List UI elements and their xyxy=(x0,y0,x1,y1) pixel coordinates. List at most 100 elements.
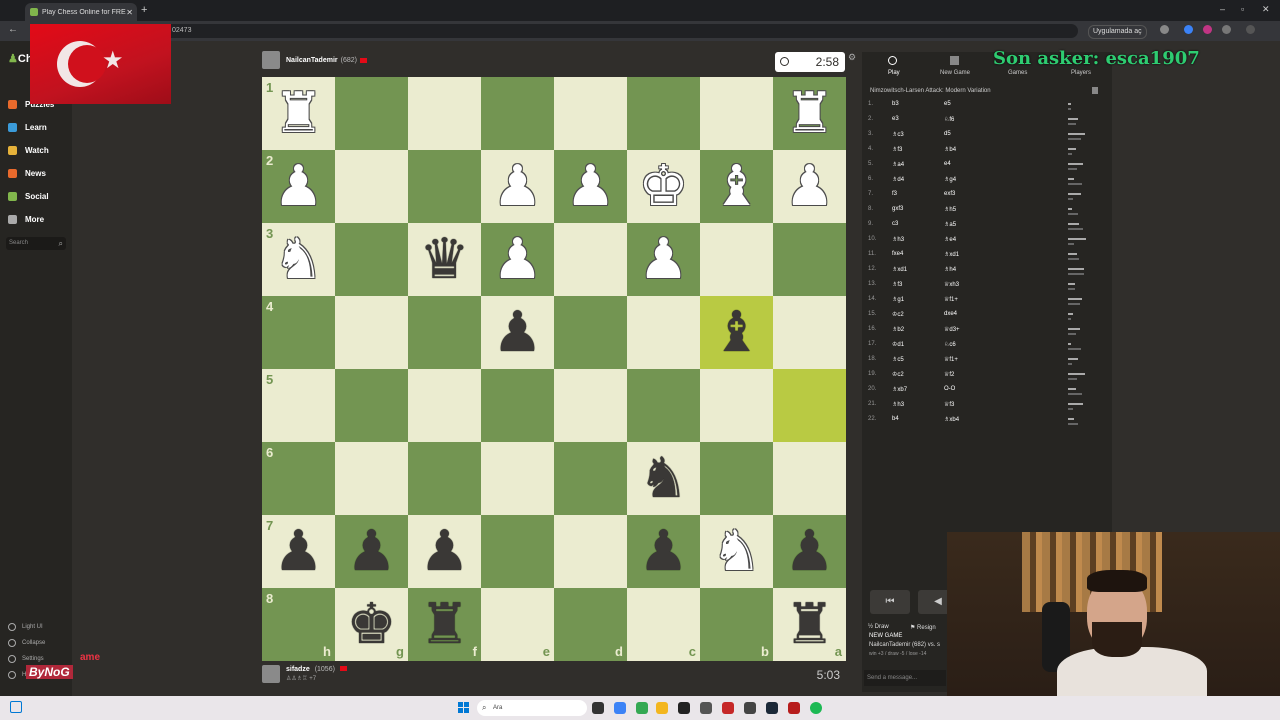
square-h8[interactable]: 8h xyxy=(262,588,335,661)
chess-piece-e2[interactable]: ♟ xyxy=(481,150,554,223)
white-move[interactable]: ♗b2 xyxy=(892,326,904,333)
black-move[interactable]: ♗b4 xyxy=(944,146,956,153)
app-icon[interactable] xyxy=(788,702,800,714)
board-settings-gear-icon[interactable]: ⚙ xyxy=(848,52,856,63)
square-e6[interactable] xyxy=(481,442,554,515)
white-move[interactable]: ♗f3 xyxy=(892,146,902,153)
square-g4[interactable] xyxy=(335,296,408,369)
square-d6[interactable] xyxy=(554,442,627,515)
settings-button[interactable]: Settings xyxy=(8,655,44,663)
open-in-app-button[interactable]: Uygulamada aç xyxy=(1088,25,1147,39)
new-tab-button[interactable]: + xyxy=(141,4,147,16)
tab-play[interactable]: Play xyxy=(888,70,900,76)
square-f4[interactable] xyxy=(408,296,481,369)
minimize-icon[interactable]: – xyxy=(1220,4,1225,14)
square-e1[interactable] xyxy=(481,77,554,150)
sidebar-item-news[interactable]: News xyxy=(8,169,46,178)
white-move[interactable]: ♗xd1 xyxy=(892,266,907,273)
black-move[interactable]: ♕f1+ xyxy=(944,356,958,363)
black-move[interactable]: ♗e4 xyxy=(944,236,956,243)
back-arrow-icon[interactable]: ← xyxy=(8,24,18,35)
app-icon[interactable] xyxy=(678,702,690,714)
chess-piece-c3[interactable]: ♟ xyxy=(627,223,700,296)
app-icon[interactable] xyxy=(700,702,712,714)
bookmark-star-icon[interactable] xyxy=(1160,25,1169,34)
chrome-icon[interactable] xyxy=(636,702,648,714)
square-f2[interactable] xyxy=(408,150,481,223)
avatar[interactable] xyxy=(262,665,280,683)
white-move[interactable]: ♗h3 xyxy=(892,401,904,408)
square-b5[interactable] xyxy=(700,369,773,442)
black-move[interactable]: ♗xb4 xyxy=(944,416,959,423)
square-d7[interactable] xyxy=(554,515,627,588)
white-move[interactable]: ♗d4 xyxy=(892,176,904,183)
spotify-icon[interactable] xyxy=(810,702,822,714)
square-d4[interactable] xyxy=(554,296,627,369)
chess-piece-h3[interactable]: ♞ xyxy=(262,223,335,296)
square-f6[interactable] xyxy=(408,442,481,515)
chess-piece-e3[interactable]: ♟ xyxy=(481,223,554,296)
widgets-icon[interactable] xyxy=(10,701,22,713)
sidebar-search-input[interactable]: Search ⌕ xyxy=(6,237,66,250)
chat-message-input[interactable]: Send a message... xyxy=(864,670,946,686)
black-move[interactable]: ♘f6 xyxy=(944,116,954,123)
close-tab-icon[interactable]: ✕ xyxy=(126,8,133,17)
square-e8[interactable]: e xyxy=(481,588,554,661)
profile-avatar[interactable] xyxy=(1246,25,1255,34)
white-move[interactable]: fxe4 xyxy=(892,251,903,257)
extensions-puzzle-icon[interactable] xyxy=(1222,25,1231,34)
chess-piece-g8[interactable]: ♚ xyxy=(335,588,408,661)
square-c1[interactable] xyxy=(627,77,700,150)
chess-piece-f7[interactable]: ♟ xyxy=(408,515,481,588)
chess-piece-d2[interactable]: ♟ xyxy=(554,150,627,223)
square-h5[interactable]: 5 xyxy=(262,369,335,442)
square-a4[interactable] xyxy=(773,296,846,369)
black-move[interactable]: ♗h5 xyxy=(944,206,956,213)
white-move[interactable]: c3 xyxy=(892,221,898,227)
chess-piece-b2[interactable]: ♝ xyxy=(700,150,773,223)
tab-new-game[interactable]: New Game xyxy=(940,70,970,76)
square-g1[interactable] xyxy=(335,77,408,150)
chess-piece-a7[interactable]: ♟ xyxy=(773,515,846,588)
square-a3[interactable] xyxy=(773,223,846,296)
white-move[interactable]: ♗xb7 xyxy=(892,386,907,393)
black-move[interactable]: exf3 xyxy=(944,191,955,197)
square-c4[interactable] xyxy=(627,296,700,369)
square-h4[interactable]: 4 xyxy=(262,296,335,369)
white-move[interactable]: b4 xyxy=(892,416,899,422)
white-move[interactable]: ♔c2 xyxy=(892,371,904,378)
resign-button[interactable]: ⚑ Resign xyxy=(910,624,936,631)
square-f1[interactable] xyxy=(408,77,481,150)
collapse-button[interactable]: Collapse xyxy=(8,639,45,647)
tab-games[interactable]: Games xyxy=(1008,70,1027,76)
chess-piece-a8[interactable]: ♜ xyxy=(773,588,846,661)
white-move[interactable]: f3 xyxy=(892,191,897,197)
chess-piece-e4[interactable]: ♟ xyxy=(481,296,554,369)
black-move[interactable]: ♕d3+ xyxy=(944,326,960,333)
white-move[interactable]: ♔d1 xyxy=(892,341,904,348)
chess-piece-h1[interactable]: ♜ xyxy=(262,77,335,150)
avatar[interactable] xyxy=(262,51,280,69)
sidebar-item-watch[interactable]: Watch xyxy=(8,146,49,155)
steam-icon[interactable] xyxy=(766,702,778,714)
square-b6[interactable] xyxy=(700,442,773,515)
white-move[interactable]: ♗g1 xyxy=(892,296,904,303)
black-move[interactable]: ♕f2 xyxy=(944,371,954,378)
black-move[interactable]: ♗xd1 xyxy=(944,251,959,258)
chess-piece-a1[interactable]: ♜ xyxy=(773,77,846,150)
top-player-name[interactable]: NailcanTademir xyxy=(286,57,338,64)
white-move[interactable]: ♗c3 xyxy=(892,131,904,138)
white-move[interactable]: ♔c2 xyxy=(892,311,904,318)
chess-piece-c6[interactable]: ♞ xyxy=(627,442,700,515)
white-move[interactable]: gxf3 xyxy=(892,206,903,212)
black-move[interactable]: ♗a5 xyxy=(944,221,956,228)
bottom-player-name[interactable]: sifadze xyxy=(286,666,310,673)
chess-piece-h7[interactable]: ♟ xyxy=(262,515,335,588)
close-window-icon[interactable]: ✕ xyxy=(1262,4,1270,15)
square-e7[interactable] xyxy=(481,515,554,588)
black-move[interactable]: O-O xyxy=(944,386,955,392)
square-b8[interactable]: b xyxy=(700,588,773,661)
square-c5[interactable] xyxy=(627,369,700,442)
square-e5[interactable] xyxy=(481,369,554,442)
black-move[interactable]: ♕f3 xyxy=(944,401,954,408)
